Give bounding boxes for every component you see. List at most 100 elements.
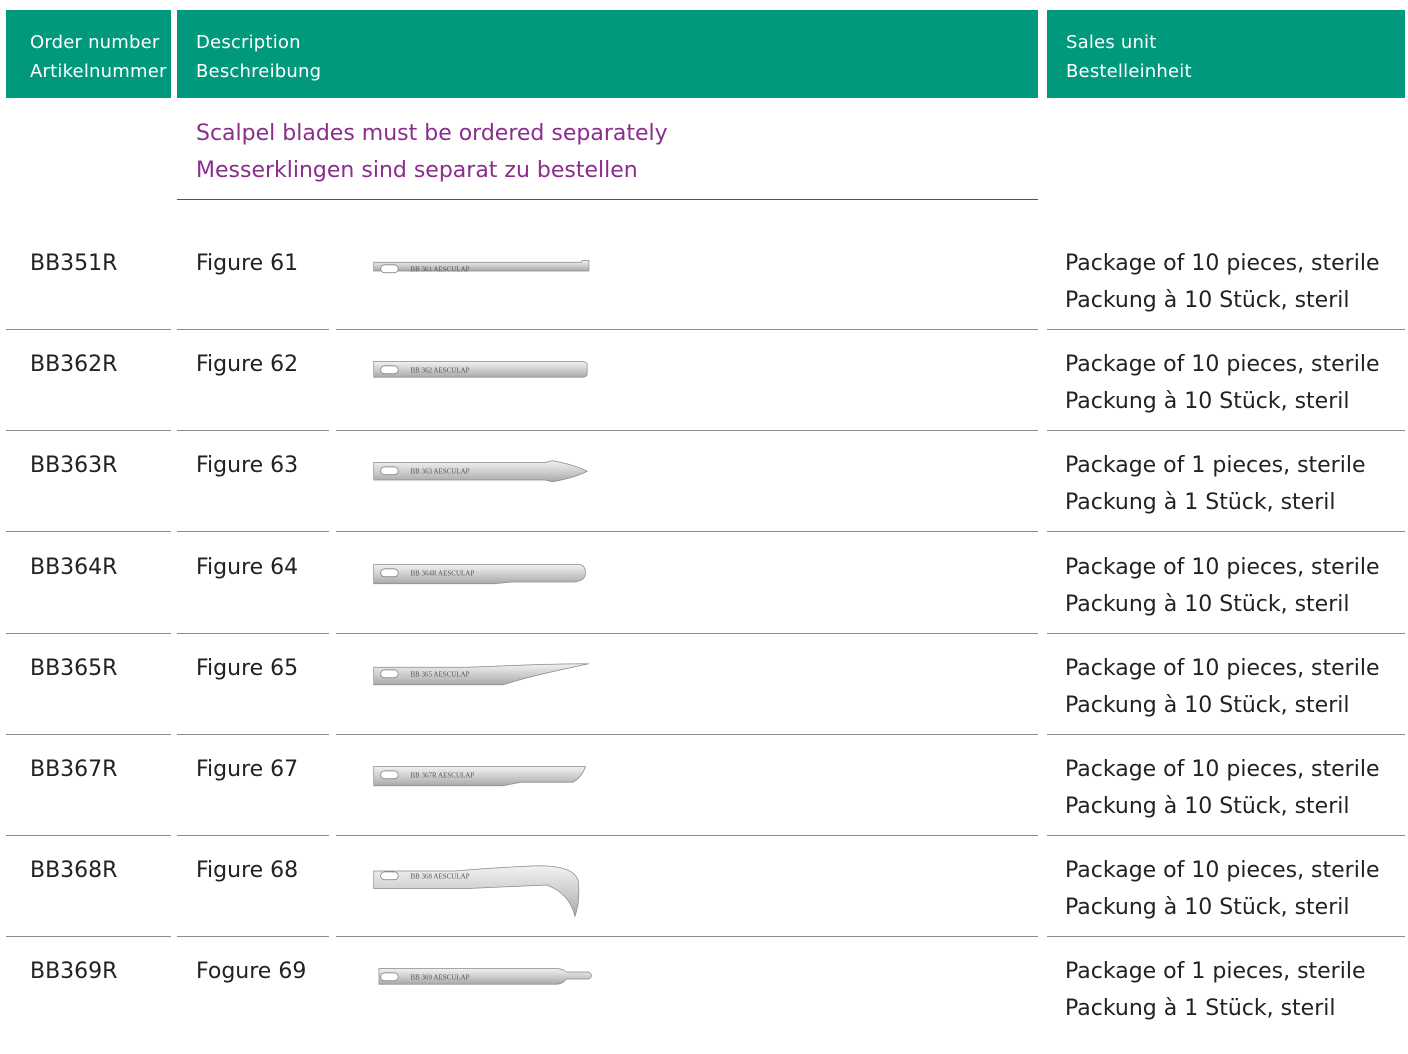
blade-engraving: BB 362 AESCULAP bbox=[410, 367, 469, 375]
table-row: BB362R Figure 62 BB 362 AESCULAP Package of… bbox=[0, 346, 1408, 447]
blade-slot bbox=[380, 669, 399, 678]
sales-unit-de: Packung à 1 Stück, steril bbox=[1065, 490, 1336, 516]
row-divider bbox=[336, 936, 1038, 938]
row-divider bbox=[336, 531, 1038, 533]
row-divider bbox=[1047, 329, 1405, 330]
blade-body bbox=[373, 766, 586, 787]
blade-slot bbox=[380, 871, 399, 881]
row-divider bbox=[336, 329, 1038, 330]
sales-unit-de: Packung à 10 Stück, steril bbox=[1065, 591, 1350, 617]
row-divider bbox=[1047, 835, 1405, 836]
sales-unit: Package of 10 pieces, sterile Packung à 1… bbox=[1065, 650, 1380, 724]
header-description: Description Beschreibung bbox=[177, 10, 1038, 98]
blade-slot bbox=[380, 365, 399, 375]
row-divider bbox=[1047, 733, 1405, 735]
rounded-blade-icon: BB 364R AESCULAP bbox=[373, 563, 586, 584]
sales-unit: Package of 1 pieces, sterile Packung à 1 … bbox=[1065, 953, 1366, 1027]
beaver-blade-icon: BB 367R AESCULAP bbox=[373, 766, 586, 787]
sales-unit: Package of 10 pieces, sterile Packung à 1… bbox=[1065, 245, 1380, 319]
header-order-label-en: Order number bbox=[30, 32, 160, 53]
order-number: BB364R bbox=[30, 554, 118, 580]
row-divider bbox=[1047, 531, 1405, 533]
blade-slot bbox=[380, 264, 399, 274]
sales-unit-en: Package of 10 pieces, sterile bbox=[1065, 251, 1380, 276]
note-divider bbox=[177, 199, 1038, 200]
row-divider bbox=[6, 329, 171, 330]
sales-unit: Package of 10 pieces, sterile Packung à 1… bbox=[1065, 346, 1380, 420]
header-sales-label-en: Sales unit bbox=[1066, 32, 1157, 53]
pointed-blade-icon: BB 363 AESCULAP bbox=[373, 460, 588, 483]
sales-unit-en: Package of 1 pieces, sterile bbox=[1065, 453, 1366, 479]
order-number: BB363R bbox=[30, 453, 118, 479]
order-number: BB369R bbox=[30, 959, 118, 985]
order-number: BB362R bbox=[30, 352, 118, 378]
figure-reference: Figure 67 bbox=[196, 757, 299, 782]
sales-unit-de: Packung à 10 Stück, steril bbox=[1065, 895, 1350, 921]
row-divider bbox=[1047, 632, 1405, 634]
row-divider bbox=[336, 733, 1038, 735]
row-divider bbox=[336, 430, 1038, 432]
order-number: BB351R bbox=[30, 251, 118, 276]
row-divider bbox=[6, 632, 171, 634]
order-number: BB365R bbox=[30, 655, 118, 681]
sales-unit: Package of 10 pieces, sterile Packung à 1… bbox=[1065, 549, 1380, 623]
table-row: BB365R Figure 65 BB 365 AESCULAP Package of… bbox=[0, 650, 1408, 751]
row-divider bbox=[6, 835, 171, 836]
table-row: BB364R Figure 64 BB 364R AESCULAP Package o… bbox=[0, 549, 1408, 650]
sales-unit-en: Package of 10 pieces, sterile bbox=[1065, 858, 1380, 884]
sales-unit-de: Packung à 10 Stück, steril bbox=[1065, 288, 1350, 313]
row-divider bbox=[177, 632, 329, 634]
order-number: BB367R bbox=[30, 757, 118, 782]
row-divider bbox=[336, 632, 1038, 634]
table-row: BB363R Figure 63 BB 363 AESCULAP Package of… bbox=[0, 447, 1408, 548]
blade-slot bbox=[380, 770, 399, 780]
figure-reference: Figure 65 bbox=[196, 655, 299, 681]
sales-unit: Package of 10 pieces, sterile Packung à 1… bbox=[1065, 751, 1380, 825]
table-row: BB351R Figure 61 BB 361 AESCULAP Package of… bbox=[0, 245, 1408, 346]
order-note: Scalpel blades must be ordered separatel… bbox=[196, 115, 668, 189]
sales-unit-en: Package of 10 pieces, sterile bbox=[1065, 352, 1380, 378]
row-divider bbox=[177, 733, 329, 735]
row-divider bbox=[1047, 430, 1405, 432]
blade-body bbox=[373, 865, 580, 918]
header-sales-label-de: Bestelleinheit bbox=[1066, 61, 1192, 82]
sales-unit-de: Packung à 10 Stück, steril bbox=[1065, 692, 1350, 718]
row-divider bbox=[6, 531, 171, 533]
blade-body bbox=[373, 460, 588, 483]
flat-blade-icon: BB 362 AESCULAP bbox=[373, 361, 588, 378]
blade-engraving: BB 367R AESCULAP bbox=[410, 771, 474, 779]
sales-unit: Package of 1 pieces, sterile Packung à 1 … bbox=[1065, 447, 1366, 521]
row-divider bbox=[177, 329, 329, 330]
order-note-de: Messerklingen sind separat zu bestellen bbox=[196, 158, 638, 183]
figure-reference: Figure 63 bbox=[196, 453, 299, 479]
header-sales-unit: Sales unit Bestelleinheit bbox=[1047, 10, 1405, 98]
blade-body bbox=[373, 361, 588, 378]
table-row: BB367R Figure 67 BB 367R AESCULAP Package o… bbox=[0, 751, 1408, 852]
blade-slot bbox=[380, 568, 399, 577]
straight-blade-icon: BB 361 AESCULAP bbox=[373, 260, 590, 274]
row-divider bbox=[177, 835, 329, 836]
figure-reference: Figure 64 bbox=[196, 554, 299, 580]
blade-engraving: BB 364R AESCULAP bbox=[410, 569, 474, 577]
sales-unit-de: Packung à 10 Stück, steril bbox=[1065, 389, 1350, 415]
blade-engraving: BB 368 AESCULAP bbox=[410, 873, 469, 881]
blade-body bbox=[373, 260, 590, 272]
header-description-label-en: Description bbox=[196, 32, 301, 53]
angled-blade-icon: BB 365 AESCULAP bbox=[373, 663, 590, 685]
blade-engraving: BB 365 AESCULAP bbox=[410, 670, 469, 678]
row-divider bbox=[6, 733, 171, 735]
blade-body bbox=[373, 563, 586, 584]
blade-engraving: BB 361 AESCULAP bbox=[410, 265, 469, 273]
curved-blade-icon: BB 368 AESCULAP bbox=[373, 865, 580, 918]
sales-unit-en: Package of 10 pieces, sterile bbox=[1065, 757, 1380, 782]
sales-unit-de: Packung à 1 Stück, steril bbox=[1065, 996, 1336, 1022]
order-number: BB368R bbox=[30, 858, 118, 884]
blade-slot bbox=[380, 466, 399, 476]
row-divider bbox=[336, 835, 1038, 836]
header-description-label-de: Beschreibung bbox=[196, 61, 322, 82]
sales-unit-en: Package of 10 pieces, sterile bbox=[1065, 554, 1380, 580]
blade-engraving: BB 363 AESCULAP bbox=[410, 468, 469, 476]
table-row: BB368R Figure 68 BB 368 AESCULAP Package of… bbox=[0, 852, 1408, 953]
sales-unit-en: Package of 10 pieces, sterile bbox=[1065, 655, 1380, 681]
row-divider bbox=[1047, 936, 1405, 938]
